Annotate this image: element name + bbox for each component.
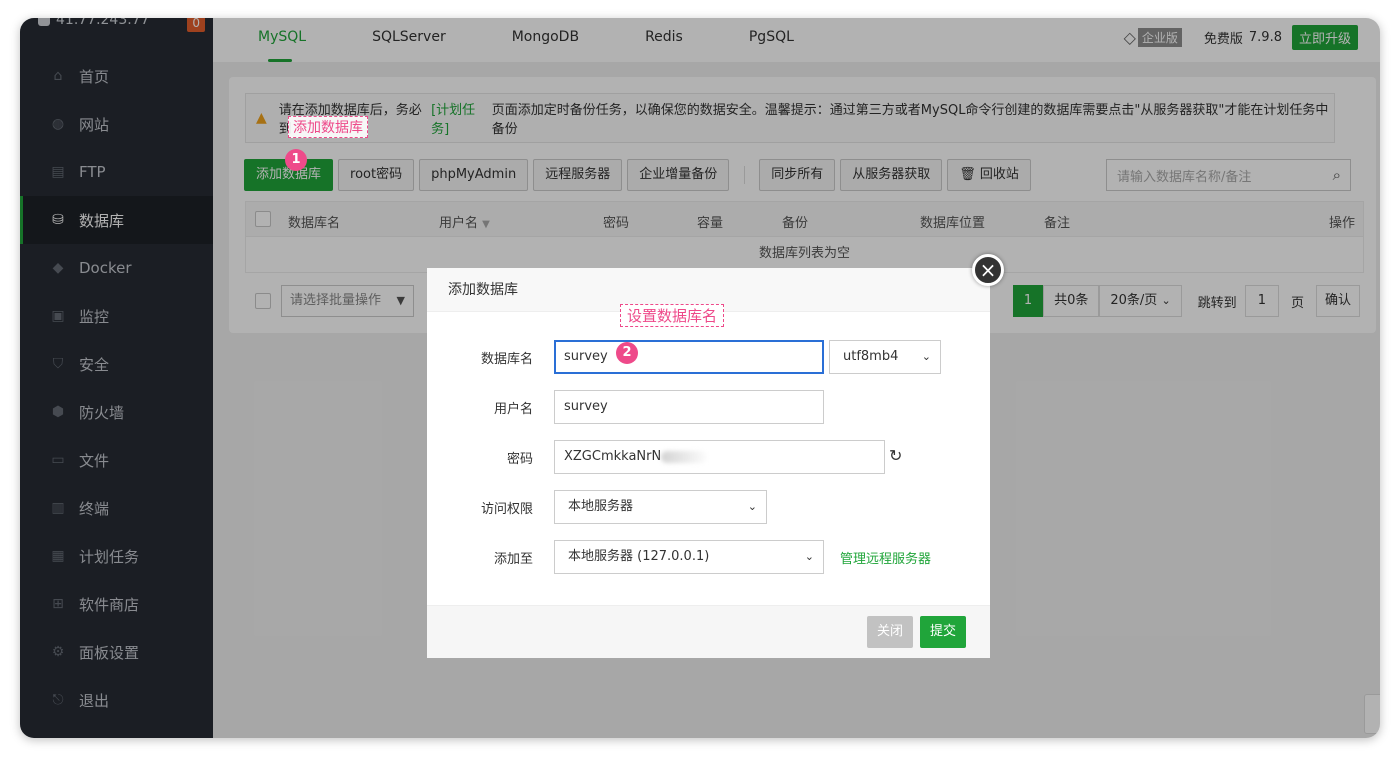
step2-label: 设置数据库名 [620, 304, 725, 327]
password-redaction [661, 450, 708, 463]
password-value: XZGCmkkaNrN [564, 449, 662, 464]
step2-marker: 2 [616, 342, 638, 364]
step1-marker: 1 [285, 149, 307, 171]
addto-label: 添加至 [493, 552, 533, 567]
addto-select[interactable]: 本地服务器 (127.0.0.1) ⌄ [554, 540, 824, 574]
refresh-password-icon[interactable]: ↻ [889, 446, 902, 465]
dialog-footer: 关闭 提交 [427, 605, 990, 658]
access-value: 本地服务器 [568, 499, 634, 514]
username-input[interactable]: survey [554, 390, 824, 424]
manage-remote-link[interactable]: 管理远程服务器 [840, 548, 931, 567]
access-label: 访问权限 [480, 502, 533, 517]
access-select[interactable]: 本地服务器 ⌄ [554, 490, 767, 524]
chevron-down-icon: ⌄ [804, 550, 814, 563]
close-button[interactable]: 关闭 [867, 616, 914, 648]
addto-value: 本地服务器 (127.0.0.1) [568, 549, 710, 564]
db-name-label: 数据库名 [480, 352, 533, 367]
step1-label: 添加数据库 [288, 116, 368, 138]
username-label: 用户名 [493, 402, 533, 417]
chevron-down-icon: ⌄ [921, 350, 931, 363]
app-window: 41.77.243.77 0 ⌂ 首页 ◍ 网站 ▤ FTP ⛁ 数据库 ◆ Docker ▣ 监控 ⛉… [20, 18, 1380, 738]
chevron-down-icon: ⌄ [747, 500, 757, 513]
charset-value: utf8mb4 [843, 349, 899, 364]
charset-select[interactable]: utf8mb4 ⌄ [829, 340, 941, 374]
db-name-input[interactable]: survey [554, 340, 824, 374]
password-input[interactable]: XZGCmkkaNrN [554, 440, 885, 474]
submit-button[interactable]: 提交 [920, 616, 967, 648]
password-label: 密码 [506, 452, 533, 467]
close-icon[interactable]: × [972, 254, 1004, 286]
